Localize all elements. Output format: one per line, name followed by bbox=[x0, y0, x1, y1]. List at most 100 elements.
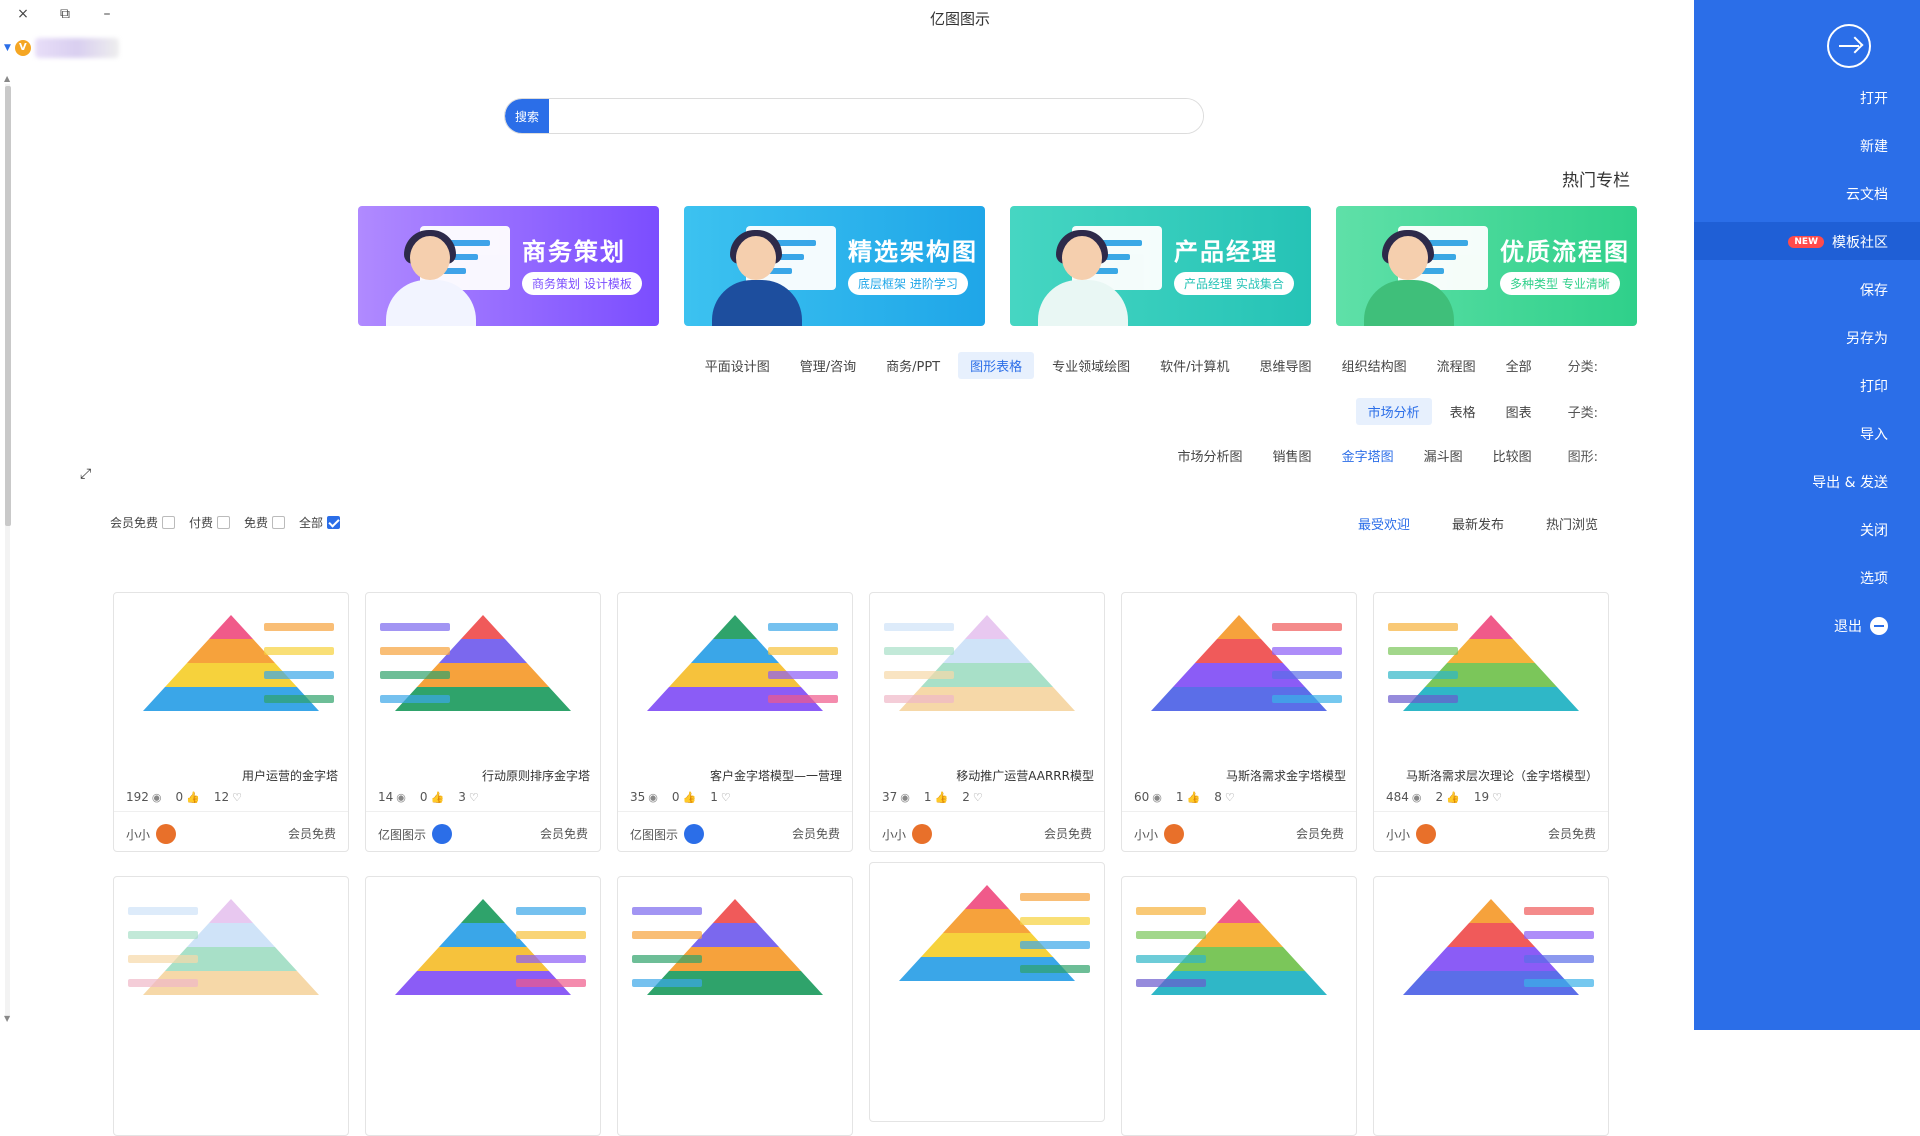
template-author[interactable]: 亿图图示 bbox=[630, 824, 705, 844]
template-author[interactable]: 小小 bbox=[1134, 824, 1185, 844]
template-title[interactable]: 用户运营的金字塔 bbox=[124, 767, 338, 784]
sidebar-item[interactable]: 关闭 bbox=[1860, 520, 1888, 540]
sort-tab[interactable]: 最受欢迎 bbox=[1358, 514, 1410, 533]
category-option[interactable]: 流程图 bbox=[1425, 352, 1488, 379]
subcategory-option[interactable]: 市场分析 bbox=[1355, 398, 1432, 425]
scroll-up-icon[interactable]: ▲ bbox=[4, 74, 10, 83]
template-thumbnail[interactable] bbox=[1122, 877, 1356, 1045]
restore-icon[interactable]: ⧉ bbox=[56, 6, 74, 22]
template-card[interactable]: 行动原则排序金字塔 14 ◉ 0 👍 3 ♡ 会员免费 亿图图示 bbox=[365, 592, 601, 852]
user-account[interactable]: ▼ V bbox=[4, 38, 119, 58]
template-card[interactable] bbox=[617, 876, 853, 1136]
sidebar-item[interactable]: 导入 bbox=[1860, 424, 1888, 444]
category-option[interactable]: 软件/计算机 bbox=[1148, 352, 1241, 379]
template-thumbnail[interactable] bbox=[1374, 877, 1608, 1045]
sidebar-item[interactable]: 保存 bbox=[1860, 280, 1888, 300]
sidebar-item[interactable]: 打印 bbox=[1860, 376, 1888, 396]
sidebar-item[interactable]: 导出 & 发送 bbox=[1812, 472, 1888, 492]
template-card[interactable] bbox=[869, 862, 1105, 1122]
sidebar-item-open[interactable]: 打开 bbox=[1860, 88, 1888, 108]
checkbox[interactable] bbox=[217, 516, 231, 529]
sidebar-item[interactable]: NEW 模板社区 bbox=[1788, 232, 1888, 252]
template-card[interactable]: 马斯洛需求层次理论（金字塔模型） 484 ◉ 2 👍 19 ♡ 会员免费 小小 bbox=[1373, 592, 1609, 852]
category-option[interactable]: 组织结构图 bbox=[1330, 352, 1419, 379]
template-author[interactable]: 小小 bbox=[1386, 824, 1437, 844]
price-filter-option[interactable]: 免费 bbox=[244, 514, 286, 531]
template-thumbnail[interactable] bbox=[114, 877, 348, 1045]
template-thumbnail[interactable] bbox=[618, 877, 852, 1045]
template-card[interactable]: 客户金字塔模型—一营理 35 ◉ 0 👍 1 ♡ 会员免费 亿图图示 bbox=[617, 592, 853, 852]
checkbox[interactable] bbox=[272, 516, 286, 529]
subcategory-option[interactable]: 图表 bbox=[1494, 398, 1544, 425]
sidebar-item[interactable]: 新建 bbox=[1860, 136, 1888, 156]
template-author[interactable]: 小小 bbox=[882, 824, 933, 844]
sidebar-item[interactable]: 选项 bbox=[1860, 568, 1888, 588]
banner-card[interactable]: 商务策划 商务策划 设计模板 bbox=[358, 206, 659, 326]
template-thumbnail[interactable] bbox=[618, 593, 852, 761]
scroll-thumb[interactable] bbox=[5, 86, 11, 526]
vertical-scrollbar[interactable]: ▲ ▼ bbox=[2, 74, 12, 1028]
price-filter-option[interactable]: 全部 bbox=[299, 514, 341, 531]
comments-count: 2 ♡ bbox=[962, 790, 983, 804]
checkbox[interactable] bbox=[162, 516, 176, 529]
sort-tab[interactable]: 最新发布 bbox=[1452, 514, 1504, 533]
template-card[interactable] bbox=[1121, 876, 1357, 1136]
template-stats: 14 ◉ 0 👍 3 ♡ bbox=[378, 790, 479, 804]
shape-option[interactable]: 金字塔图 bbox=[1330, 442, 1406, 469]
template-card[interactable] bbox=[365, 876, 601, 1136]
template-thumbnail[interactable] bbox=[1374, 593, 1608, 761]
arrow-right-circle-icon[interactable] bbox=[1827, 24, 1871, 68]
template-thumbnail[interactable] bbox=[1122, 593, 1356, 761]
minimize-icon[interactable]: – bbox=[98, 6, 116, 22]
shape-option[interactable]: 销售图 bbox=[1261, 442, 1324, 469]
views-count: 35 ◉ bbox=[630, 790, 658, 804]
template-author[interactable]: 亿图图示 bbox=[378, 824, 453, 844]
template-thumbnail[interactable] bbox=[366, 593, 600, 761]
checkbox[interactable] bbox=[327, 516, 341, 529]
category-option[interactable]: 图形表格 bbox=[958, 352, 1035, 379]
search-button[interactable]: 搜索 bbox=[505, 99, 549, 133]
template-title[interactable]: 马斯洛需求层次理论（金字塔模型） bbox=[1384, 767, 1598, 784]
banner-card[interactable]: 优质流程图 多种类型 专业清晰 bbox=[1336, 206, 1637, 326]
price-filter-option[interactable]: 付费 bbox=[189, 514, 231, 531]
template-title[interactable]: 马斯洛需求金字塔模型 bbox=[1132, 767, 1346, 784]
template-thumbnail[interactable] bbox=[870, 863, 1104, 1031]
shape-option[interactable]: 漏斗图 bbox=[1412, 442, 1475, 469]
sort-tab[interactable]: 热门浏览 bbox=[1546, 514, 1598, 533]
category-option[interactable]: 管理/咨询 bbox=[788, 352, 868, 379]
banner-card[interactable]: 产品经理 产品经理 实战集合 bbox=[1010, 206, 1311, 326]
category-option[interactable]: 专业领域绘图 bbox=[1040, 352, 1142, 379]
subcategory-option[interactable]: 表格 bbox=[1438, 398, 1488, 425]
sidebar-item[interactable]: 另存为 bbox=[1846, 328, 1888, 348]
sidebar-item[interactable]: 退出 bbox=[1834, 616, 1888, 636]
sidebar-item-label: 导出 & 发送 bbox=[1812, 475, 1888, 491]
template-thumbnail[interactable] bbox=[114, 593, 348, 761]
search-input[interactable] bbox=[549, 99, 1203, 133]
expand-icon[interactable]: ⤢ bbox=[80, 466, 91, 482]
shape-option[interactable]: 比较图 bbox=[1481, 442, 1544, 469]
price-filter-option[interactable]: 会员免费 bbox=[110, 514, 176, 531]
template-thumbnail[interactable] bbox=[870, 593, 1104, 761]
template-thumbnail[interactable] bbox=[366, 877, 600, 1045]
category-option[interactable]: 全部 bbox=[1494, 352, 1544, 379]
scroll-down-icon[interactable]: ▼ bbox=[4, 1014, 10, 1023]
banner-card[interactable]: 精选架构图 底层框架 进阶学习 bbox=[684, 206, 985, 326]
template-card[interactable] bbox=[1373, 876, 1609, 1136]
sidebar-item[interactable]: 云文档 bbox=[1846, 184, 1888, 204]
template-card[interactable] bbox=[113, 876, 349, 1136]
template-title[interactable]: 行动原则排序金字塔 bbox=[376, 767, 590, 784]
template-author[interactable]: 小小 bbox=[126, 824, 177, 844]
close-icon[interactable]: × bbox=[14, 6, 32, 22]
template-title[interactable]: 客户金字塔模型—一营理 bbox=[628, 767, 842, 784]
template-card[interactable]: 用户运营的金字塔 192 ◉ 0 👍 12 ♡ 会员免费 小小 bbox=[113, 592, 349, 852]
category-option[interactable]: 商务/PPT bbox=[874, 352, 952, 379]
template-title[interactable]: 移动推广运营AARRR模型 bbox=[880, 767, 1094, 784]
sidebar-item-label: 另存为 bbox=[1846, 331, 1888, 347]
price-filter-label: 会员免费 bbox=[110, 516, 159, 530]
chevron-down-icon[interactable]: ▼ bbox=[4, 43, 11, 53]
template-card[interactable]: 马斯洛需求金字塔模型 60 ◉ 1 👍 8 ♡ 会员免费 小小 bbox=[1121, 592, 1357, 852]
category-option[interactable]: 思维导图 bbox=[1248, 352, 1324, 379]
shape-option[interactable]: 市场分析图 bbox=[1166, 442, 1255, 469]
category-option[interactable]: 平面设计图 bbox=[693, 352, 782, 379]
template-card[interactable]: 移动推广运营AARRR模型 37 ◉ 1 👍 2 ♡ 会员免费 小小 bbox=[869, 592, 1105, 852]
